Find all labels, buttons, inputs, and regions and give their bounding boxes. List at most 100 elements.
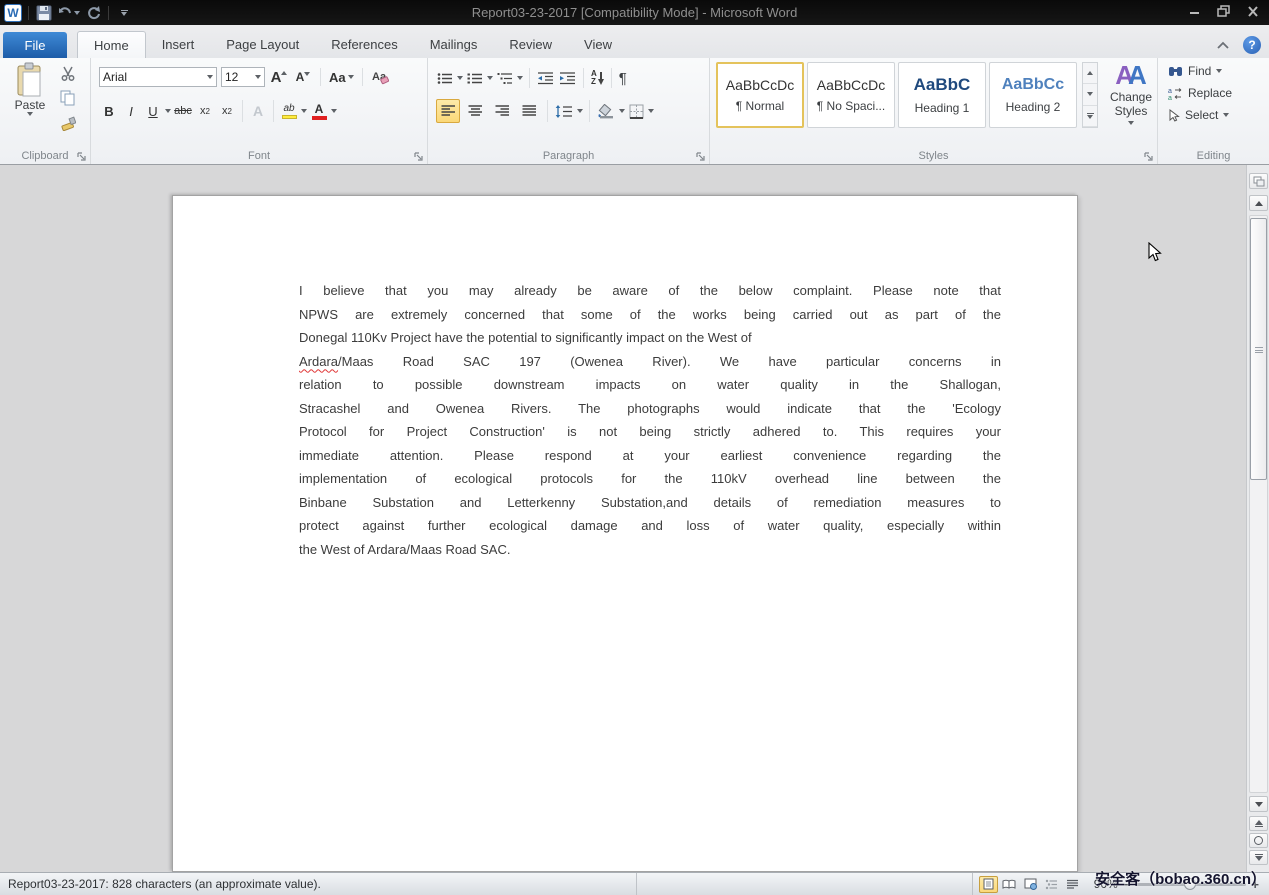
font-group: Arial 12 A A Aa [91,58,428,164]
paragraph-group: A Z ¶ [428,58,710,164]
tab-home[interactable]: Home [77,31,146,58]
paragraph-dialog-launcher[interactable] [696,152,706,162]
status-text[interactable]: Report03-23-2017: 828 characters (an app… [0,873,637,895]
tab-page-layout[interactable]: Page Layout [210,31,315,58]
numbering-dropdown-arrow[interactable] [487,76,493,80]
scroll-up-button[interactable] [1249,195,1268,211]
select-button[interactable]: Select [1168,108,1232,122]
change-styles-button[interactable]: AA Change Styles [1106,60,1156,144]
text-effects-button[interactable]: A [248,100,268,122]
scroll-down-button[interactable] [1249,796,1268,812]
undo-dropdown-arrow[interactable] [74,11,80,15]
italic-button[interactable]: I [121,100,141,122]
superscript-button[interactable]: x2 [217,100,237,122]
styles-dialog-launcher[interactable] [1144,152,1154,162]
document-page[interactable]: I believe that you may already be aware … [172,195,1078,872]
line-spacing-dropdown-arrow[interactable] [577,109,583,113]
word-app-icon[interactable]: W [4,4,22,22]
bullets-dropdown-arrow[interactable] [457,76,463,80]
font-family-dropdown-arrow[interactable] [207,75,213,79]
font-dialog-launcher[interactable] [414,152,424,162]
font-family-combo[interactable]: Arial [99,67,217,87]
borders-dropdown-arrow[interactable] [648,109,654,113]
tab-file[interactable]: File [3,32,67,58]
cut-icon[interactable] [60,66,76,81]
style-no-spacing[interactable]: AaBbCcDc ¶ No Spaci... [807,62,895,128]
justify-button[interactable] [517,99,541,123]
format-painter-icon[interactable] [60,115,76,131]
shrink-font-button[interactable]: A [293,66,313,88]
align-right-button[interactable] [490,99,514,123]
tab-view[interactable]: View [568,31,628,58]
tab-mailings[interactable]: Mailings [414,31,494,58]
gallery-more-button[interactable] [1083,106,1097,127]
print-layout-view-button[interactable] [979,876,998,893]
document-text[interactable]: I believe that you may already be aware … [299,279,1001,561]
font-color-button[interactable]: A [309,100,329,122]
increase-indent-button[interactable] [558,71,577,86]
bullets-button[interactable] [436,71,454,86]
restore-button[interactable] [1214,3,1234,19]
next-page-button[interactable] [1249,850,1268,865]
align-center-button[interactable] [463,99,487,123]
undo-button[interactable] [57,4,80,22]
font-size-combo[interactable]: 12 [221,67,265,87]
font-size-dropdown-arrow[interactable] [255,75,261,79]
font-color-dropdown-arrow[interactable] [331,109,337,113]
multilevel-list-button[interactable] [496,71,514,86]
help-button[interactable]: ? [1243,36,1261,54]
clipboard-dialog-launcher[interactable] [77,152,87,162]
line-spacing-button[interactable] [554,104,574,119]
tab-references[interactable]: References [315,31,413,58]
underline-button[interactable]: U [143,100,163,122]
underline-dropdown-arrow[interactable] [165,109,171,113]
find-button[interactable]: Find [1168,64,1232,78]
numbering-button[interactable] [466,71,484,86]
paste-dropdown-arrow[interactable] [27,112,33,116]
document-canvas[interactable]: I believe that you may already be aware … [0,165,1269,872]
sort-button[interactable]: A Z [590,69,605,87]
redo-button[interactable] [84,4,102,22]
ruler-toggle-button[interactable] [1249,173,1268,189]
grow-font-button[interactable]: A [269,66,289,88]
style-heading-2[interactable]: AaBbCc Heading 2 [989,62,1077,128]
full-screen-reading-view-button[interactable] [1000,876,1019,893]
decrease-indent-button[interactable] [536,71,555,86]
tab-review[interactable]: Review [493,31,568,58]
align-left-button[interactable] [436,99,460,123]
outline-view-button[interactable] [1042,876,1061,893]
minimize-button[interactable] [1185,3,1205,19]
highlight-dropdown-arrow[interactable] [301,109,307,113]
web-layout-view-button[interactable] [1021,876,1040,893]
change-case-button[interactable]: Aa [328,66,355,88]
highlight-color-button[interactable]: ab [279,100,299,122]
show-hide-marks-button[interactable]: ¶ [618,69,628,88]
shading-button[interactable] [596,103,616,120]
customize-qat-button[interactable] [115,4,133,22]
select-browse-object-button[interactable] [1249,833,1268,848]
gallery-scroll-up[interactable] [1083,63,1097,84]
borders-button[interactable] [628,103,645,120]
replace-button[interactable]: aa Replace [1168,86,1232,100]
collapse-ribbon-button[interactable] [1217,41,1229,49]
bold-button[interactable]: B [99,100,119,122]
copy-icon[interactable] [60,90,76,106]
shrink-font-label: A [296,70,305,84]
close-button[interactable] [1243,3,1263,19]
scrollbar-track[interactable] [1249,215,1268,793]
tab-insert[interactable]: Insert [146,31,211,58]
save-button[interactable] [35,4,53,22]
style-normal[interactable]: AaBbCcDc ¶ Normal [716,62,804,128]
scrollbar-thumb[interactable] [1250,218,1267,480]
multilevel-dropdown-arrow[interactable] [517,76,523,80]
strikethrough-button[interactable]: abc [173,100,193,122]
gallery-scroll-down[interactable] [1083,84,1097,105]
style-heading-1[interactable]: AaBbC Heading 1 [898,62,986,128]
subscript-button[interactable]: x2 [195,100,215,122]
clear-formatting-button[interactable]: Aa [370,66,390,88]
previous-page-button[interactable] [1249,816,1268,831]
draft-view-button[interactable] [1063,876,1082,893]
paste-button[interactable]: Paste [7,62,53,142]
shading-dropdown-arrow[interactable] [619,109,625,113]
justify-icon [522,105,537,117]
